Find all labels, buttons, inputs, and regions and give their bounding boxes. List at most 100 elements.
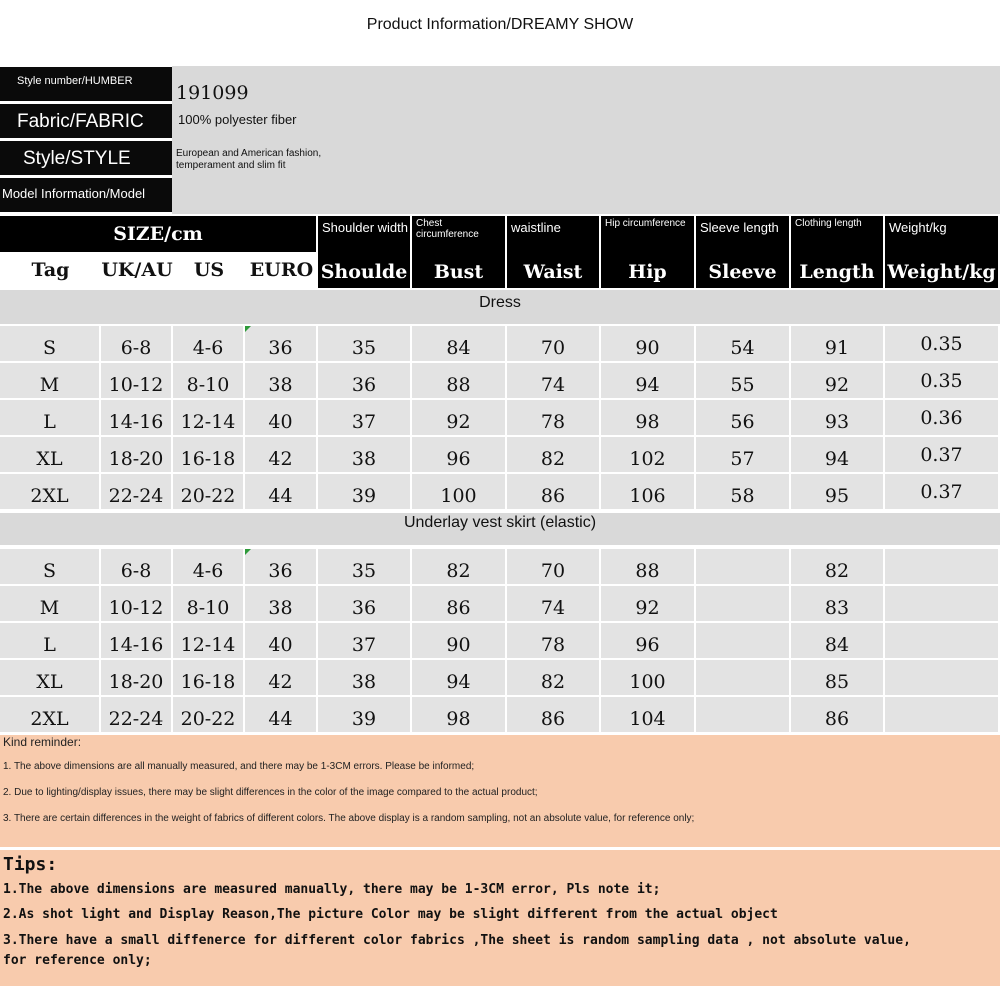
table-cell: 6-8 — [101, 326, 171, 361]
table-cell: 100 — [601, 660, 694, 695]
table-cell: 12-14 — [173, 623, 243, 658]
measure-col-header: Clothing length Length — [791, 216, 883, 288]
table-cell: 106 — [601, 474, 694, 509]
table-cell: 37 — [318, 623, 410, 658]
table-cell: XL — [0, 660, 99, 695]
table-cell: L — [0, 623, 99, 658]
table-cell: 86 — [507, 697, 599, 732]
cell-marker — [245, 549, 251, 555]
tips-item: 1.The above dimensions are measured manu… — [3, 882, 661, 897]
section-title: Underlay vest skirt (elastic) — [0, 513, 1000, 545]
table-cell: 58 — [696, 474, 789, 509]
table-cell: 74 — [507, 363, 599, 398]
table-cell: 10-12 — [101, 586, 171, 621]
table-cell: 38 — [245, 363, 316, 398]
cell-marker — [245, 326, 251, 332]
table-cell: 98 — [412, 697, 505, 732]
table-cell: 22-24 — [101, 697, 171, 732]
style-number-value: 191099 — [176, 82, 249, 104]
table-cell: 18-20 — [101, 437, 171, 472]
table-cell: 95 — [791, 474, 883, 509]
table-cell: 0.36 — [885, 400, 998, 435]
reminder-item: 1. The above dimensions are all manually… — [3, 761, 475, 772]
size-col-header: UK/AU — [101, 252, 173, 288]
table-cell: 16-18 — [173, 660, 243, 695]
table-cell: 40 — [245, 400, 316, 435]
table-cell: 22-24 — [101, 474, 171, 509]
table-cell — [885, 660, 998, 695]
table-cell: 100 — [412, 474, 505, 509]
table-cell: 12-14 — [173, 400, 243, 435]
table-cell: S — [0, 549, 99, 584]
measure-col-label: Weight/kg — [887, 261, 996, 283]
table-cell: 70 — [507, 549, 599, 584]
table-cell: 86 — [791, 697, 883, 732]
tips-item: for reference only; — [3, 953, 152, 968]
table-cell — [696, 623, 789, 658]
page-title: Product Information/DREAMY SHOW — [366, 16, 634, 33]
table-cell: 10-12 — [101, 363, 171, 398]
table-cell: 82 — [791, 549, 883, 584]
table-cell: 70 — [507, 326, 599, 361]
measure-col-sublabel: Chest circumference — [416, 218, 479, 240]
table-cell: 102 — [601, 437, 694, 472]
table-cell — [696, 697, 789, 732]
model-info-label: Model Information/Model — [0, 178, 172, 212]
table-cell: 93 — [791, 400, 883, 435]
table-cell: 36 — [318, 363, 410, 398]
measure-col-sublabel: Weight/kg — [889, 220, 947, 235]
table-cell: 44 — [245, 697, 316, 732]
table-cell: 0.37 — [885, 474, 998, 509]
table-cell — [885, 586, 998, 621]
fabric-label: Fabric/FABRIC — [0, 104, 172, 138]
table-cell: 14-16 — [101, 400, 171, 435]
table-cell: 39 — [318, 474, 410, 509]
table-cell: 42 — [245, 437, 316, 472]
table-cell: 98 — [601, 400, 694, 435]
table-cell: 38 — [318, 437, 410, 472]
table-cell: 96 — [412, 437, 505, 472]
table-cell: 96 — [601, 623, 694, 658]
table-cell: 92 — [412, 400, 505, 435]
table-cell: 38 — [318, 660, 410, 695]
style-value: European and American fashion, — [176, 148, 322, 159]
measure-col-label: Hip — [628, 261, 667, 283]
table-cell: L — [0, 400, 99, 435]
measure-col-label: Sleeve — [708, 261, 777, 283]
table-cell: 36 — [318, 586, 410, 621]
table-cell: 0.35 — [885, 363, 998, 398]
kind-reminder: Kind reminder: 1. The above dimensions a… — [0, 735, 1000, 847]
table-cell: 94 — [412, 660, 505, 695]
table-cell: 56 — [696, 400, 789, 435]
table-cell: 104 — [601, 697, 694, 732]
table-cell: 57 — [696, 437, 789, 472]
table-cell: 84 — [412, 326, 505, 361]
tips-item: 3.There have a small diffenerce for diff… — [3, 933, 911, 948]
measure-col-label: Bust — [433, 261, 484, 283]
table-cell: 14-16 — [101, 623, 171, 658]
table-cell: 82 — [507, 660, 599, 695]
table-cell — [885, 623, 998, 658]
table-cell: 54 — [696, 326, 789, 361]
tips-box: Tips: 1.The above dimensions are measure… — [0, 850, 1000, 986]
table-cell: M — [0, 363, 99, 398]
measure-col-header: Hip circumference Hip — [601, 216, 694, 288]
table-cell: 90 — [601, 326, 694, 361]
table-cell: 6-8 — [101, 549, 171, 584]
size-col-header: EURO — [245, 252, 318, 288]
table-cell: 16-18 — [173, 437, 243, 472]
measure-col-header: Shoulder width Shoulde — [318, 216, 410, 288]
table-cell: 36 — [245, 549, 316, 584]
table-cell: 0.35 — [885, 326, 998, 361]
table-cell: 85 — [791, 660, 883, 695]
table-cell: 40 — [245, 623, 316, 658]
tips-heading: Tips: — [3, 854, 58, 875]
table-cell — [696, 660, 789, 695]
measure-col-header: Sleeve length Sleeve — [696, 216, 789, 288]
table-cell: 82 — [412, 549, 505, 584]
table-cell: 84 — [791, 623, 883, 658]
table-cell: 88 — [412, 363, 505, 398]
measure-col-label: Length — [799, 261, 875, 283]
table-cell: 86 — [412, 586, 505, 621]
measure-col-label: Shoulde — [320, 261, 408, 283]
